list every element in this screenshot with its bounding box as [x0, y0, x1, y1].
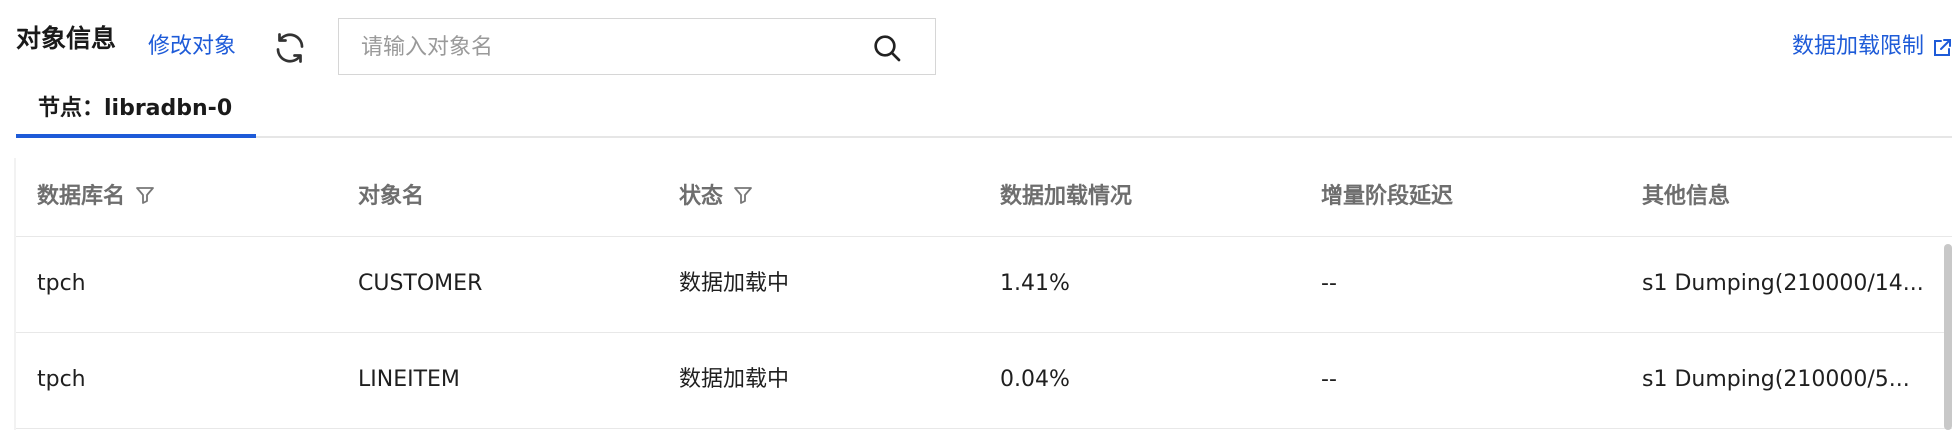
- column-header-database: 数据库名: [37, 182, 155, 212]
- objects-table: 数据库名 对象名 状态 数据加载情况 增量阶段延迟 其他信息 tpch CUST…: [16, 158, 1952, 430]
- cell-object: LINEITEM: [358, 367, 460, 392]
- node-tabs: 节点：libradbn-0: [16, 84, 1952, 138]
- page-title: 对象信息: [16, 24, 117, 53]
- table-row: tpch CUSTOMER 数据加载中 1.41% -- s1 Dumping(…: [16, 237, 1952, 333]
- refresh-icon[interactable]: [272, 30, 308, 66]
- vertical-scrollbar[interactable]: [1944, 244, 1952, 430]
- cell-load: 0.04%: [1000, 367, 1070, 392]
- cell-delay: --: [1321, 367, 1337, 392]
- data-load-limit-link[interactable]: 数据加载限制: [1792, 30, 1924, 64]
- cell-status: 数据加载中: [679, 367, 790, 392]
- filter-icon[interactable]: [135, 184, 155, 204]
- tab-label: 节点：libradbn-0: [38, 96, 233, 121]
- cell-object: CUSTOMER: [358, 271, 483, 296]
- cell-load: 1.41%: [1000, 271, 1070, 296]
- cell-other: s1 Dumping(210000/5...: [1642, 367, 1910, 392]
- tab-active-indicator: [16, 134, 256, 138]
- toolbar: 对象信息 修改对象 数据加载限制: [0, 0, 1952, 80]
- column-header-status: 状态: [679, 182, 753, 212]
- edit-object-link[interactable]: 修改对象: [148, 30, 236, 64]
- search-box: [338, 18, 936, 76]
- column-header-delay: 增量阶段延迟: [1321, 184, 1454, 209]
- column-header-load: 数据加载情况: [1000, 184, 1133, 209]
- table-left-edge: [14, 158, 16, 430]
- cell-database: tpch: [37, 367, 86, 392]
- table-row: tpch LINEITEM 数据加载中 0.04% -- s1 Dumping(…: [16, 333, 1952, 429]
- search-icon[interactable]: [871, 32, 903, 64]
- external-link-icon[interactable]: [1932, 38, 1952, 58]
- cell-database: tpch: [37, 271, 86, 296]
- cell-other: s1 Dumping(210000/14...: [1642, 271, 1924, 296]
- column-header-other: 其他信息: [1642, 184, 1731, 209]
- column-header-object: 对象名: [358, 184, 425, 209]
- search-input[interactable]: [359, 19, 863, 76]
- table-header: 数据库名 对象名 状态 数据加载情况 增量阶段延迟 其他信息: [16, 158, 1952, 237]
- cell-status: 数据加载中: [679, 271, 790, 296]
- filter-icon[interactable]: [733, 184, 753, 204]
- tab-node-libradbn-0[interactable]: 节点：libradbn-0: [16, 84, 256, 138]
- cell-delay: --: [1321, 271, 1337, 296]
